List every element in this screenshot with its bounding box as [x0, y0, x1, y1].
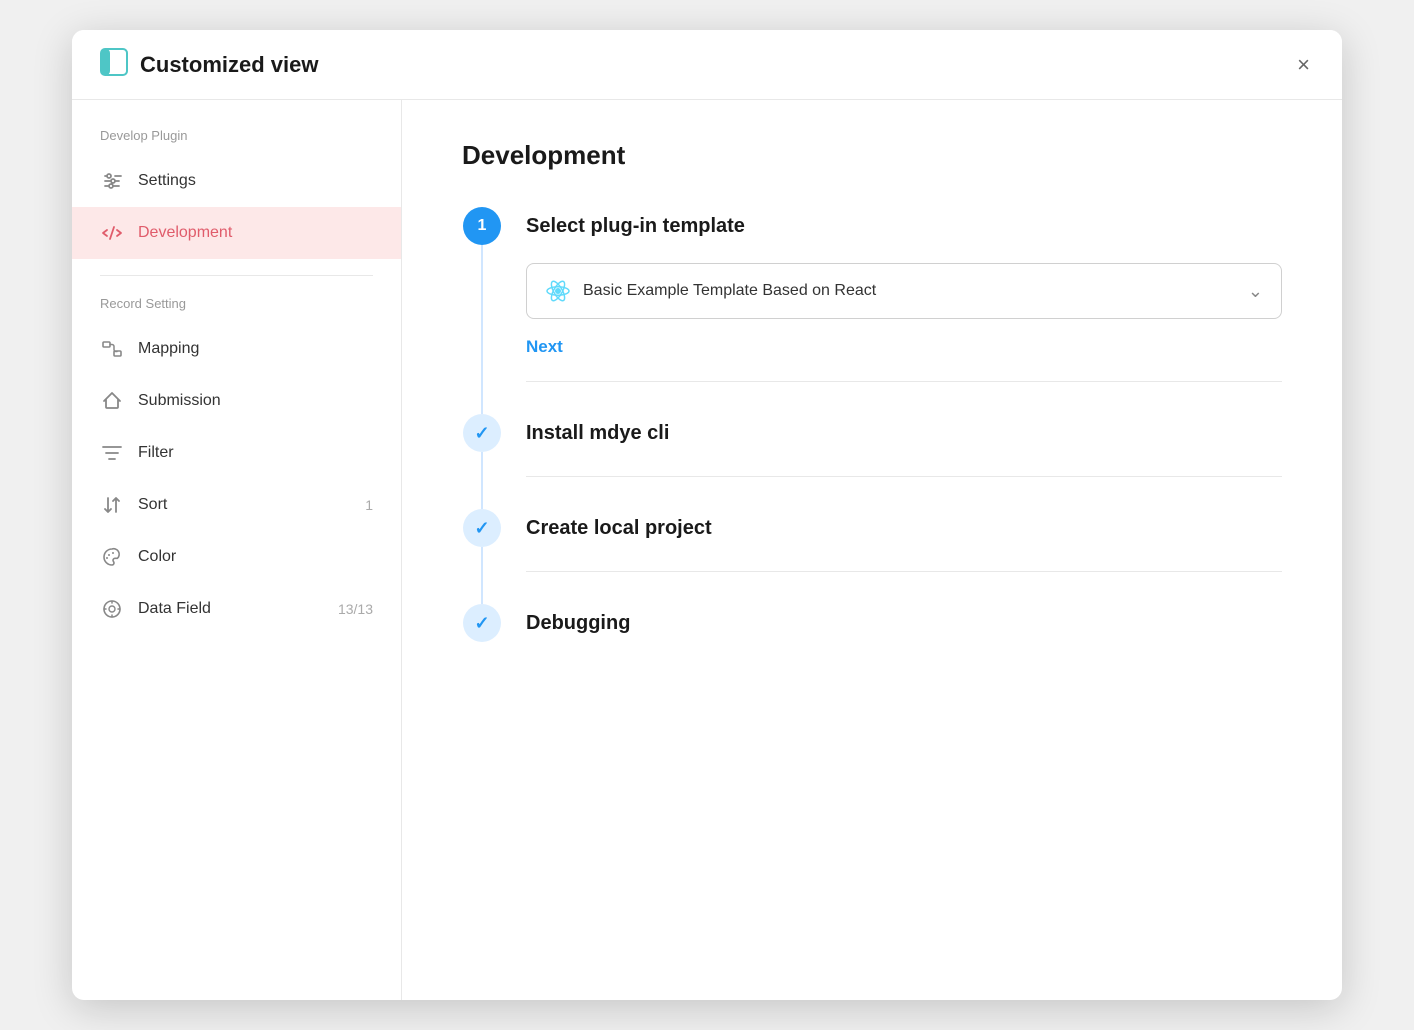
sidebar-item-sort-badge: 1 [365, 497, 373, 513]
sidebar-item-color[interactable]: Color [72, 531, 401, 583]
step-3-divider [526, 571, 1282, 572]
main-content: Development 1 Select plug-in template [402, 100, 1342, 1000]
step-2-content: Install mdye cli [526, 414, 1282, 509]
sidebar-item-development-label: Development [138, 224, 373, 242]
header-left: Customized view [100, 48, 318, 81]
step-3-left: ✓ [462, 509, 502, 604]
sidebar-item-data-field-badge: 13/13 [338, 601, 373, 617]
sidebar-item-mapping-label: Mapping [138, 340, 373, 358]
step-3-check: ✓ [474, 518, 489, 539]
step-4: ✓ Debugging [462, 604, 1282, 674]
modal-title: Customized view [140, 52, 318, 78]
next-link[interactable]: Next [526, 337, 563, 357]
panel-icon [100, 48, 128, 81]
code-icon [100, 221, 124, 245]
close-button[interactable]: × [1293, 50, 1314, 80]
step-1-body: Basic Example Template Based on React ⌄ … [526, 263, 1282, 357]
step-4-circle: ✓ [463, 604, 501, 642]
step-1-content: Select plug-in template [526, 207, 1282, 414]
step-3-title: Create local project [526, 509, 1282, 547]
sidebar-item-settings[interactable]: Settings [72, 155, 401, 207]
step-3-circle: ✓ [463, 509, 501, 547]
step-2: ✓ Install mdye cli [462, 414, 1282, 509]
sidebar-section-develop: Develop Plugin Settings D [72, 128, 401, 259]
template-select-left: Basic Example Template Based on React [545, 278, 876, 304]
step-2-left: ✓ [462, 414, 502, 509]
sidebar-item-color-label: Color [138, 548, 373, 566]
template-select-arrow-icon: ⌄ [1248, 281, 1263, 302]
sidebar-section-label-record: Record Setting [72, 296, 401, 323]
step-4-left: ✓ [462, 604, 502, 674]
main-title: Development [462, 140, 1282, 171]
step-2-title: Install mdye cli [526, 414, 1282, 452]
data-field-icon [100, 597, 124, 621]
modal-header: Customized view × [72, 30, 1342, 100]
step-3: ✓ Create local project [462, 509, 1282, 604]
step-2-circle: ✓ [463, 414, 501, 452]
modal-body: Develop Plugin Settings D [72, 100, 1342, 1000]
sidebar-item-filter[interactable]: Filter [72, 427, 401, 479]
sidebar: Develop Plugin Settings D [72, 100, 402, 1000]
steps-container: 1 Select plug-in template [462, 207, 1282, 674]
step-2-divider [526, 476, 1282, 477]
sidebar-divider [100, 275, 373, 276]
sidebar-item-sort-label: Sort [138, 496, 351, 514]
sidebar-section-label-develop: Develop Plugin [72, 128, 401, 155]
step-1-left: 1 [462, 207, 502, 414]
template-select[interactable]: Basic Example Template Based on React ⌄ [526, 263, 1282, 319]
settings-icon [100, 169, 124, 193]
step-4-title: Debugging [526, 604, 1282, 642]
step-2-line [481, 452, 483, 509]
step-1-divider [526, 381, 1282, 382]
step-4-check: ✓ [474, 613, 489, 634]
mapping-icon [100, 337, 124, 361]
filter-icon [100, 441, 124, 465]
sidebar-item-sort[interactable]: Sort 1 [72, 479, 401, 531]
sidebar-item-data-field-label: Data Field [138, 600, 324, 618]
sidebar-section-record: Record Setting Mapping [72, 296, 401, 635]
sort-icon [100, 493, 124, 517]
step-4-content: Debugging [526, 604, 1282, 674]
sidebar-item-development[interactable]: Development [72, 207, 401, 259]
step-2-check: ✓ [474, 423, 489, 444]
sidebar-item-submission[interactable]: Submission [72, 375, 401, 427]
step-3-content: Create local project [526, 509, 1282, 604]
sidebar-item-settings-label: Settings [138, 172, 373, 190]
modal: Customized view × Develop Plugin Setting… [72, 30, 1342, 1000]
step-1-title: Select plug-in template [526, 207, 1282, 245]
sidebar-item-data-field[interactable]: Data Field 13/13 [72, 583, 401, 635]
sidebar-item-filter-label: Filter [138, 444, 373, 462]
step-1: 1 Select plug-in template [462, 207, 1282, 414]
step-1-line [481, 245, 483, 414]
react-icon [545, 278, 571, 304]
submission-icon [100, 389, 124, 413]
sidebar-item-mapping[interactable]: Mapping [72, 323, 401, 375]
sidebar-item-submission-label: Submission [138, 392, 373, 410]
template-select-text: Basic Example Template Based on React [583, 282, 876, 300]
step-1-circle: 1 [463, 207, 501, 245]
step-3-line [481, 547, 483, 604]
color-icon [100, 545, 124, 569]
